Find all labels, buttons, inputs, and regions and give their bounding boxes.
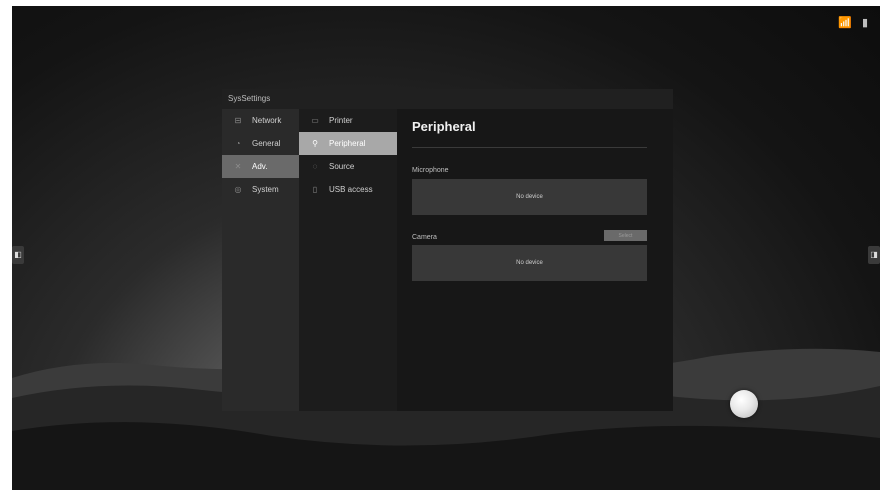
subnav-item-label: USB access <box>329 185 373 194</box>
title-divider <box>412 147 647 148</box>
subnav-item-source[interactable]: ◌ Source <box>299 155 397 178</box>
sidebar-item-advanced[interactable]: ✕ Adv. <box>222 155 299 178</box>
sidebar-item-label: Network <box>252 116 282 125</box>
microphone-label: Microphone <box>412 167 449 174</box>
peripheral-icon: ⚲ <box>312 139 318 148</box>
sub-sidebar: ▭ Printer ⚲ Peripheral ◌ Source ▯ USB ac… <box>299 109 397 411</box>
window-title: SysSettings <box>222 89 673 109</box>
main-sidebar: ⊟ Network ◔ General ✕ Adv. ◎ System <box>222 109 299 411</box>
sidebar-item-network[interactable]: ⊟ Network <box>222 109 299 132</box>
wifi-icon[interactable]: 📶 <box>838 16 852 29</box>
advanced-icon: ✕ <box>234 162 242 171</box>
usb-icon: ▯ <box>312 185 318 194</box>
sidebar-item-system[interactable]: ◎ System <box>222 178 299 201</box>
usb-status-icon[interactable]: ▮ <box>862 16 868 29</box>
camera-device-box: No device <box>412 245 647 281</box>
floating-assistive-ball[interactable] <box>730 390 758 418</box>
camera-select-button[interactable]: Select <box>604 230 647 241</box>
source-icon: ◌ <box>312 162 318 171</box>
sidebar-item-general[interactable]: ◔ General <box>222 132 299 155</box>
subnav-item-peripheral[interactable]: ⚲ Peripheral <box>299 132 397 155</box>
subnav-item-printer[interactable]: ▭ Printer <box>299 109 397 132</box>
camera-select-label: Select <box>618 232 633 239</box>
microphone-status: No device <box>516 194 543 200</box>
sidebar-item-label: Adv. <box>252 162 268 171</box>
left-edge-toolbar-handle[interactable]: ◧ <box>12 246 24 264</box>
sidebar-item-label: System <box>252 185 279 194</box>
camera-status: No device <box>516 260 543 266</box>
status-area: 📶 ▮ <box>838 16 868 29</box>
content-panel: Peripheral Microphone No device Camera S… <box>397 109 673 411</box>
general-icon: ◔ <box>235 139 241 148</box>
camera-label: Camera <box>412 234 437 241</box>
microphone-device-box: No device <box>412 179 647 215</box>
page-title: Peripheral <box>412 119 476 134</box>
desktop-background: 📶 ▮ ◧ ◨ SysSettings ⊟ Network ◔ General … <box>12 6 880 490</box>
subnav-item-label: Printer <box>329 116 353 125</box>
settings-window: SysSettings ⊟ Network ◔ General ✕ Adv. ◎… <box>222 89 673 411</box>
right-edge-toolbar-handle[interactable]: ◨ <box>868 246 880 264</box>
sidebar-item-label: General <box>252 139 281 148</box>
system-icon: ◎ <box>234 185 242 194</box>
subnav-item-label: Peripheral <box>329 139 366 148</box>
printer-icon: ▭ <box>311 116 319 125</box>
subnav-item-label: Source <box>329 162 355 171</box>
subnav-item-usb-access[interactable]: ▯ USB access <box>299 178 397 201</box>
network-icon: ⊟ <box>234 116 242 125</box>
